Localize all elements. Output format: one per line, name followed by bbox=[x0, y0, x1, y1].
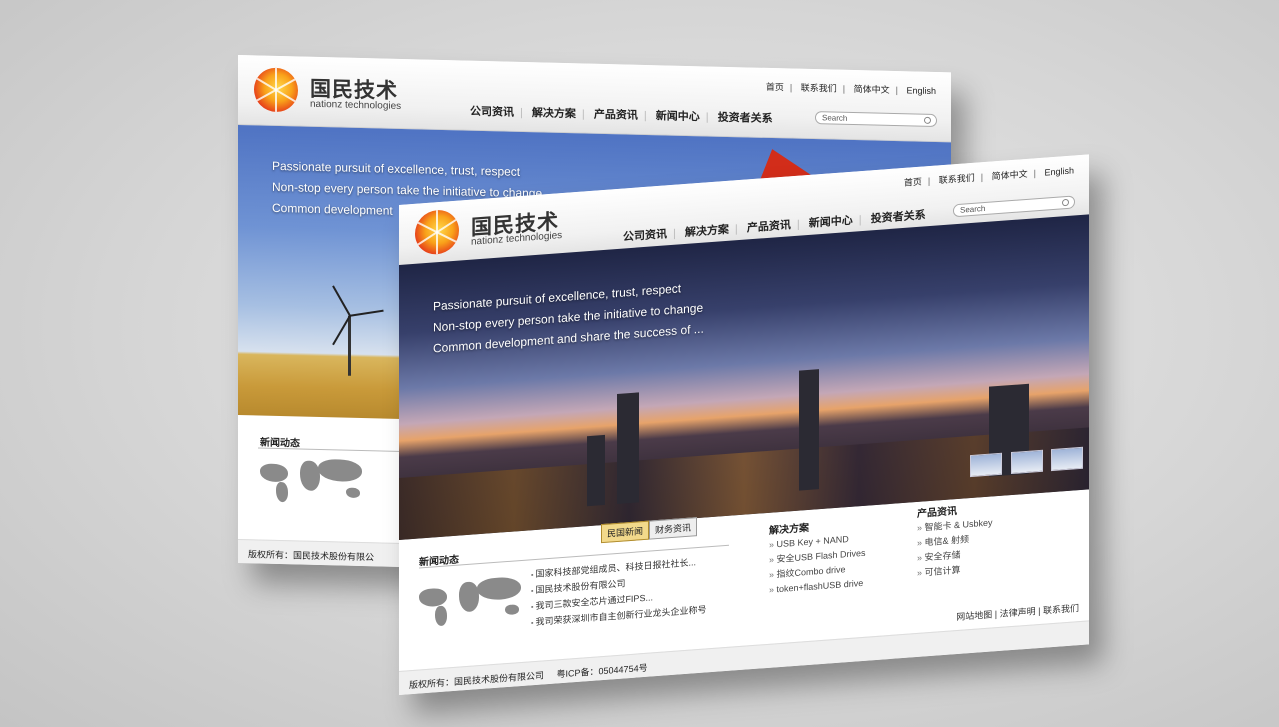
website-mockup-front: 国民技术 nationz technologies 首页 | 联系我们 | 简体中文… bbox=[399, 154, 1089, 695]
search-icon[interactable] bbox=[924, 116, 931, 124]
site-footer: 版权所有：国民技术股份有限公司 粤ICP备：05044754号 bbox=[399, 620, 1089, 695]
banner-thumbnail[interactable] bbox=[1051, 446, 1083, 472]
world-map-image bbox=[260, 458, 366, 509]
top-link-contact[interactable]: 联系我们 bbox=[801, 83, 837, 94]
top-link-english[interactable]: English bbox=[1044, 165, 1074, 177]
top-link-chinese[interactable]: 简体中文 bbox=[992, 169, 1028, 182]
hero-banner: Passionate pursuit of excellence, trust,… bbox=[399, 214, 1089, 540]
top-link-english[interactable]: English bbox=[906, 85, 936, 96]
footer-link-legal[interactable]: 法律声明 bbox=[1000, 606, 1036, 619]
nav-investor-relations[interactable]: 投资者关系 bbox=[718, 112, 773, 125]
products-list: 智能卡 & Usbkey 电信& 射频 安全存储 可信计算 bbox=[917, 515, 993, 581]
search-input[interactable]: Search bbox=[953, 195, 1075, 218]
news-list: 国家科技部党组成员、科技日报社社长... 国民技术股份有限公司 我司三款安全芯片… bbox=[531, 554, 706, 631]
solutions-section-title: 解决方案 bbox=[769, 522, 809, 537]
nav-products[interactable]: 产品资讯 bbox=[747, 219, 791, 234]
mockup-stage: 国民技术 nationz technologies 首页 | 联系我们 | 简体中文… bbox=[0, 0, 1279, 727]
search-icon[interactable] bbox=[1062, 198, 1069, 207]
nav-solutions[interactable]: 解决方案 bbox=[532, 107, 576, 120]
nav-investor-relations[interactable]: 投资者关系 bbox=[871, 209, 926, 225]
nav-news-center[interactable]: 新闻中心 bbox=[656, 110, 700, 123]
wind-turbine-image bbox=[348, 315, 351, 376]
nav-company-news[interactable]: 公司资讯 bbox=[470, 106, 514, 119]
nav-solutions[interactable]: 解决方案 bbox=[685, 224, 729, 239]
search-placeholder: Search bbox=[822, 113, 848, 123]
solutions-list: USB Key + NAND 安全USB Flash Drives 指纹Comb… bbox=[769, 531, 866, 598]
hero-slogan: Passionate pursuit of excellence, trust,… bbox=[433, 277, 704, 360]
world-map-image bbox=[419, 576, 525, 632]
main-nav: 公司资讯 | 解决方案 | 产品资讯 | 新闻中心 | 投资者关系 bbox=[470, 105, 773, 126]
logo-icon[interactable] bbox=[415, 208, 463, 260]
banner-thumbnail[interactable] bbox=[1010, 449, 1043, 475]
footer-icp: 粤ICP备：05044754号 bbox=[556, 662, 648, 680]
top-links: 首页 | 联系我们 | 简体中文 | English bbox=[765, 81, 936, 97]
search-placeholder: Search bbox=[960, 203, 986, 215]
tab-finance-news[interactable]: 财务资讯 bbox=[649, 517, 698, 540]
footer-link-sitemap[interactable]: 网站地图 bbox=[956, 609, 992, 622]
footer-links: 网站地图 | 法律声明 | 联系我们 bbox=[956, 603, 1079, 623]
footer-copyright: 版权所有：国民技术股份有限公司 bbox=[409, 670, 545, 691]
top-link-contact[interactable]: 联系我们 bbox=[939, 173, 975, 186]
brand-name-en: nationz technologies bbox=[310, 98, 402, 112]
nav-products[interactable]: 产品资讯 bbox=[594, 109, 638, 122]
banner-thumbnail[interactable] bbox=[970, 452, 1003, 478]
footer-link-contact[interactable]: 联系我们 bbox=[1043, 603, 1079, 616]
top-link-chinese[interactable]: 简体中文 bbox=[854, 84, 890, 95]
search-input[interactable]: Search bbox=[815, 111, 937, 128]
tab-company-news[interactable]: 民国新闻 bbox=[601, 520, 650, 544]
nav-news-center[interactable]: 新闻中心 bbox=[809, 215, 853, 230]
top-links: 首页 | 联系我们 | 简体中文 | English bbox=[903, 165, 1074, 188]
nav-company-news[interactable]: 公司资讯 bbox=[623, 228, 667, 243]
top-link-home[interactable]: 首页 bbox=[904, 177, 922, 188]
footer-copyright: 版权所有：国民技术股份有限公 bbox=[248, 549, 375, 563]
logo-icon[interactable] bbox=[254, 67, 302, 116]
top-link-home[interactable]: 首页 bbox=[766, 82, 784, 92]
products-section-title: 产品资讯 bbox=[917, 506, 957, 520]
